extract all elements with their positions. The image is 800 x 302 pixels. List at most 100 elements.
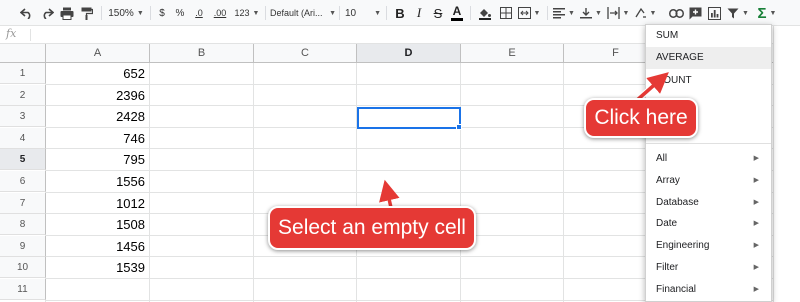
cell-a6[interactable]: 1556 [46,171,150,192]
column-header-a[interactable]: A [46,44,150,63]
menu-category-database[interactable]: Database ▶ [646,192,771,214]
formula-bar-divider [30,29,31,41]
menu-category-label: Financial [656,284,697,295]
functions-menu: SUM AVERAGE COUNT All ▶ Array ▶ Database ▶ Date ▶ E… [645,24,772,302]
menu-item-sum[interactable]: SUM [646,25,771,47]
sigma-icon: Σ [757,4,767,22]
click-here-callout: Click here [584,98,698,138]
menu-category-all[interactable]: All ▶ [646,148,771,170]
merge-cells-icon[interactable]: ▼ [517,3,541,23]
menu-divider [646,143,771,144]
row-header-8[interactable]: 8 [0,214,46,235]
row-header-3[interactable]: 3 [0,106,46,127]
fill-handle[interactable] [456,124,462,130]
cell-a5[interactable]: 795 [46,149,150,170]
menu-category-label: Database [656,197,699,208]
grid-line [460,63,461,302]
menu-item-count[interactable]: COUNT [646,70,771,92]
submenu-arrow-icon: ▶ [753,286,759,293]
chevron-down-icon: ▼ [329,9,336,17]
insert-chart-icon[interactable] [705,3,723,23]
insert-comment-icon[interactable] [686,3,704,23]
menu-category-date[interactable]: Date ▶ [646,213,771,235]
percent-format-button[interactable]: % [173,3,187,23]
row-header-9[interactable]: 9 [0,236,46,257]
menu-category-array[interactable]: Array ▶ [646,170,771,192]
fx-icon: fx [6,27,17,40]
italic-button[interactable]: I [411,3,427,23]
decrease-decimal-button[interactable]: .0 [190,3,208,23]
vertical-align-icon[interactable]: ▼ [579,3,603,23]
menu-category-label: Date [656,218,678,229]
zoom-value: 150% [108,7,134,19]
formula-input[interactable] [34,28,634,42]
cell-a8[interactable]: 1508 [46,214,150,235]
menu-category-label: Engineering [656,240,710,251]
borders-icon[interactable] [497,3,515,23]
undo-icon[interactable] [18,3,36,23]
row-header-10[interactable]: 10 [0,257,46,278]
text-rotation-icon[interactable]: ▼ [633,3,657,23]
menu-scroll-area [773,26,800,302]
chevron-down-icon: ▼ [769,9,777,17]
chevron-down-icon: ▼ [649,9,657,17]
submenu-arrow-icon: ▶ [753,220,759,227]
row-header-2[interactable]: 2 [0,85,46,106]
menu-category-engineering[interactable]: Engineering ▶ [646,235,771,257]
row-header-11[interactable]: 11 [0,279,46,300]
row-header-1[interactable]: 1 [0,63,46,84]
fill-color-icon[interactable] [476,3,494,23]
column-header-d[interactable]: D [357,44,461,63]
column-header-b[interactable]: B [150,44,254,63]
paint-format-icon[interactable] [78,3,96,23]
print-icon[interactable] [58,3,76,23]
select-cell-callout: Select an empty cell [268,206,476,250]
menu-category-financial[interactable]: Financial ▶ [646,279,771,301]
zoom-select[interactable]: 150% ▼ [106,3,146,23]
text-wrapping-icon[interactable]: ▼ [606,3,630,23]
bold-button[interactable]: B [392,3,408,23]
cell-a1[interactable]: 652 [46,63,150,84]
chevron-down-icon: ▼ [622,9,630,17]
chevron-down-icon: ▼ [742,9,749,17]
font-select[interactable]: Default (Ari... ▼ [270,3,336,23]
grid-line [356,63,357,302]
toolbar: 150% ▼ $ % .0 .00 123 ▼ Default (Ari... ▼ 1… [0,0,800,26]
row-header-7[interactable]: 7 [0,193,46,214]
selected-cell-d5[interactable] [357,107,461,129]
chevron-down-icon: ▼ [374,9,381,17]
text-color-swatch [451,18,463,21]
column-header-e[interactable]: E [461,44,564,63]
row-header-5[interactable]: 5 [0,149,46,170]
insert-link-icon[interactable] [667,3,685,23]
row-header-4[interactable]: 4 [0,128,46,149]
menu-category-filter[interactable]: Filter ▶ [646,257,771,279]
menu-item-average[interactable]: AVERAGE [646,47,771,69]
column-header-c[interactable]: C [254,44,357,63]
submenu-arrow-icon: ▶ [753,177,759,184]
filter-icon[interactable]: ▼ [726,3,750,23]
cell-a4[interactable]: 746 [46,128,150,149]
toolbar-divider [547,6,548,20]
cell-a9[interactable]: 1456 [46,236,150,257]
toolbar-divider [470,6,471,20]
functions-button[interactable]: Σ ▼ [754,3,780,23]
select-all-corner[interactable] [0,44,46,63]
cell-a7[interactable]: 1012 [46,193,150,214]
cell-a10[interactable]: 1539 [46,257,150,278]
menu-category-label: Filter [656,262,679,273]
redo-icon[interactable] [38,3,56,23]
more-formats-select[interactable]: 123 ▼ [232,3,262,23]
toolbar-divider [339,6,340,20]
cell-a3[interactable]: 2428 [46,106,150,127]
strikethrough-button[interactable]: S [430,3,446,23]
increase-decimal-button[interactable]: .00 [209,3,231,23]
horizontal-align-icon[interactable]: ▼ [552,3,576,23]
chevron-down-icon: ▼ [595,9,602,17]
chevron-down-icon: ▼ [252,9,260,17]
currency-format-button[interactable]: $ [155,3,169,23]
row-header-6[interactable]: 6 [0,171,46,192]
font-size-select[interactable]: 10 ▼ [345,3,381,23]
text-color-button[interactable]: A [449,3,465,23]
cell-a2[interactable]: 2396 [46,85,150,106]
